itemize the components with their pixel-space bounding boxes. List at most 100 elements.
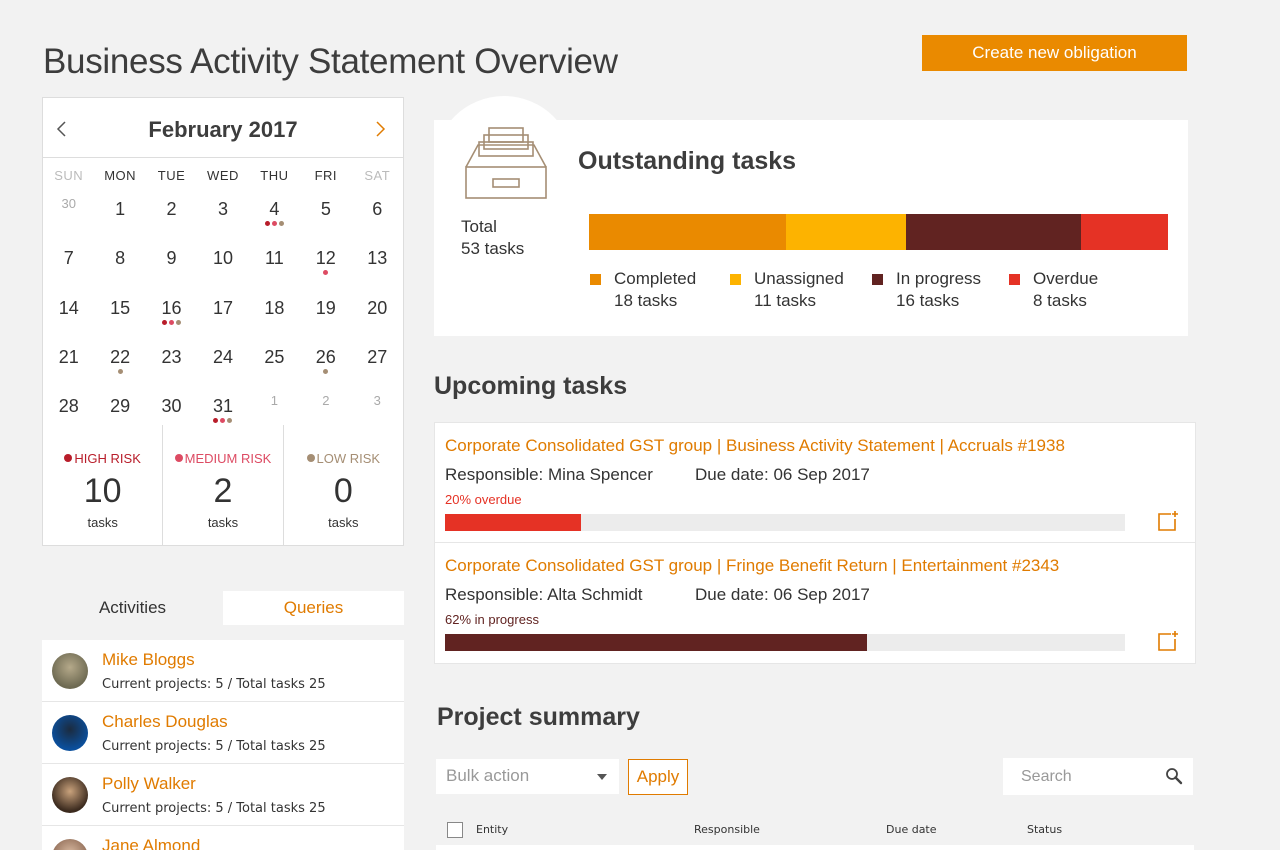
risk-count: 0: [333, 472, 353, 510]
day-of-week-label: TUE: [157, 168, 186, 183]
chevron-right-icon[interactable]: [371, 120, 389, 138]
calendar-day[interactable]: 1: [94, 194, 145, 243]
column-status[interactable]: Status: [1027, 823, 1062, 836]
bulk-action-select[interactable]: Bulk action: [436, 759, 619, 794]
calendar-day[interactable]: 17: [197, 293, 248, 342]
search-icon[interactable]: [1165, 767, 1183, 785]
risk-dot: [169, 319, 175, 325]
risk-dot: [220, 418, 226, 424]
calendar-day-number: 29: [110, 396, 131, 417]
calendar-day[interactable]: 26: [300, 342, 351, 391]
legend-text: Completed 18 tasks: [614, 268, 696, 312]
task-dots: [300, 270, 351, 276]
column-entity[interactable]: Entity: [476, 823, 508, 836]
search-input[interactable]: [1003, 758, 1153, 795]
calendar-day[interactable]: 20: [352, 293, 403, 342]
add-note-icon[interactable]: [1157, 630, 1179, 652]
risk-unit: tasks: [207, 515, 239, 530]
person-name[interactable]: Polly Walker: [102, 774, 196, 794]
calendar-day[interactable]: 2: [146, 194, 197, 243]
calendar-day[interactable]: 25: [249, 342, 300, 391]
calendar: February 2017 SUN MON TUE WED THU FRI SAT 30 1 2…: [42, 97, 404, 546]
calendar-day[interactable]: 7: [43, 243, 94, 292]
person-name[interactable]: Charles Douglas: [102, 712, 228, 732]
avatar: [52, 653, 88, 689]
calendar-day[interactable]: 11: [249, 243, 300, 292]
calendar-day[interactable]: 10: [197, 243, 248, 292]
legend-count: 11 tasks: [754, 291, 817, 310]
calendar-week: 21 22 23 24 25 26 27: [43, 342, 403, 391]
risk-dot: [278, 221, 284, 226]
people-list: Mike Bloggs Current projects: 5 / Total t…: [42, 640, 404, 850]
task-link[interactable]: Corporate Consolidated GST group | Busin…: [445, 436, 1065, 456]
calendar-day-number: 7: [63, 248, 74, 269]
calendar-day[interactable]: 27: [352, 342, 403, 391]
calendar-day[interactable]: 6: [352, 194, 403, 243]
outstanding-title: Outstanding tasks: [578, 147, 797, 175]
task-dots: [146, 319, 197, 325]
calendar-day[interactable]: 14: [43, 293, 94, 342]
risk-label: MEDIUM RISK: [163, 451, 282, 466]
task-progress-bar: [445, 634, 1125, 651]
create-obligation-button[interactable]: Create new obligation: [922, 35, 1187, 71]
calendar-day-number: 3: [373, 393, 381, 409]
task-link[interactable]: Corporate Consolidated GST group | Fring…: [445, 556, 1059, 576]
column-responsible[interactable]: Responsible: [694, 823, 760, 836]
calendar-day[interactable]: 24: [197, 342, 248, 391]
calendar-day[interactable]: 3: [197, 194, 248, 243]
select-all-checkbox[interactable]: [447, 822, 463, 838]
calendar-day[interactable]: 15: [94, 293, 145, 342]
person-meta: Current projects: 5 / Total tasks 25: [102, 801, 326, 816]
risk-dot: [213, 418, 219, 424]
calendar-day[interactable]: 18: [249, 293, 300, 342]
legend-swatch: [730, 274, 741, 285]
risk-dot: [323, 270, 329, 276]
risk-label: LOW RISK: [284, 451, 403, 466]
calendar-day[interactable]: 8: [94, 243, 145, 292]
apply-button[interactable]: Apply: [628, 759, 688, 795]
calendar-day[interactable]: 13: [352, 243, 403, 292]
calendar-day-number: 20: [367, 297, 388, 318]
calendar-day-number: 2: [166, 199, 177, 219]
calendar-header: February 2017: [43, 98, 403, 158]
calendar-day[interactable]: 12: [300, 243, 351, 292]
calendar-day[interactable]: 5: [300, 194, 351, 243]
person-name[interactable]: Mike Bloggs: [102, 650, 195, 670]
legend-text: Overdue 8 tasks: [1033, 268, 1098, 312]
search-box: [1003, 758, 1193, 795]
calendar-day-number: 15: [110, 297, 131, 318]
person-row[interactable]: Mike Bloggs Current projects: 5 / Total t…: [42, 640, 404, 702]
tab-activities[interactable]: Activities: [42, 591, 223, 625]
day-of-week-label: SUN: [54, 168, 84, 183]
calendar-day[interactable]: 19: [300, 293, 351, 342]
risk-count: 10: [83, 472, 122, 510]
tab-queries[interactable]: Queries: [223, 591, 404, 625]
calendar-day[interactable]: 16: [146, 293, 197, 342]
calendar-day[interactable]: 30: [43, 194, 94, 243]
legend-count: 16 tasks: [896, 291, 960, 310]
add-note-icon[interactable]: [1157, 510, 1179, 532]
calendar-day-number: 10: [212, 248, 233, 269]
person-name[interactable]: Jane Almond: [102, 836, 200, 850]
risk-label-text: LOW RISK: [316, 451, 381, 466]
calendar-day[interactable]: 21: [43, 342, 94, 391]
calendar-day[interactable]: 4: [249, 194, 300, 243]
person-row[interactable]: Jane Almond: [42, 826, 404, 850]
risk-med-summary: MEDIUM RISK 2 tasks: [163, 425, 284, 546]
risk-dot: [323, 368, 329, 374]
person-row[interactable]: Polly Walker Current projects: 5 / Total …: [42, 764, 404, 826]
legend-count: 18 tasks: [614, 291, 678, 310]
calendar-week: 7 8 9 10 11 12 13: [43, 243, 403, 292]
avatar: [52, 777, 88, 813]
column-due-date[interactable]: Due date: [886, 823, 937, 836]
risk-high-summary: HIGH RISK 10 tasks: [43, 425, 164, 546]
calendar-day[interactable]: 22: [94, 342, 145, 391]
calendar-day-number: 12: [315, 248, 336, 269]
risk-dot: [264, 221, 270, 226]
calendar-day[interactable]: 9: [146, 243, 197, 292]
legend-swatch: [1009, 274, 1020, 285]
calendar-day[interactable]: 23: [146, 342, 197, 391]
person-row[interactable]: Charles Douglas Current projects: 5 / Tot…: [42, 702, 404, 764]
calendar-day-number: 1: [270, 393, 279, 409]
risk-dot: [227, 418, 233, 424]
